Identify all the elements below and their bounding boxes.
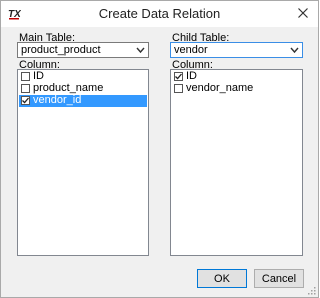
checkmark-icon bbox=[22, 97, 29, 104]
close-button[interactable] bbox=[292, 3, 314, 23]
resize-grip-icon[interactable] bbox=[306, 285, 316, 295]
checkmark-icon bbox=[175, 73, 182, 80]
main-column-item-vendor-id[interactable]: vendor_id bbox=[19, 94, 147, 107]
main-table-select[interactable]: product_product bbox=[17, 42, 149, 58]
checkbox-checked[interactable] bbox=[21, 96, 30, 105]
title-bar[interactable]: TX Create Data Relation bbox=[1, 1, 318, 27]
child-table-select[interactable]: vendor bbox=[170, 42, 303, 58]
checkbox[interactable] bbox=[21, 72, 30, 81]
checkbox[interactable] bbox=[174, 84, 183, 93]
cancel-button[interactable]: Cancel bbox=[254, 269, 304, 288]
chevron-down-icon bbox=[290, 47, 299, 54]
main-table-selected-value: product_product bbox=[21, 44, 101, 56]
window-title: Create Data Relation bbox=[98, 6, 221, 21]
child-column-list[interactable]: ID vendor_name bbox=[170, 69, 303, 256]
create-data-relation-dialog: TX Create Data Relation Main Table: prod… bbox=[0, 0, 319, 298]
checkbox[interactable] bbox=[21, 84, 30, 93]
main-column-list[interactable]: ID product_name vendor_id bbox=[17, 69, 149, 256]
child-table-selected-value: vendor bbox=[174, 44, 208, 56]
chevron-down-icon bbox=[136, 47, 145, 54]
ok-button[interactable]: OK bbox=[197, 269, 247, 288]
close-icon bbox=[298, 8, 308, 18]
child-column-item-vendor-name[interactable]: vendor_name bbox=[172, 82, 301, 95]
checkbox-checked[interactable] bbox=[174, 72, 183, 81]
